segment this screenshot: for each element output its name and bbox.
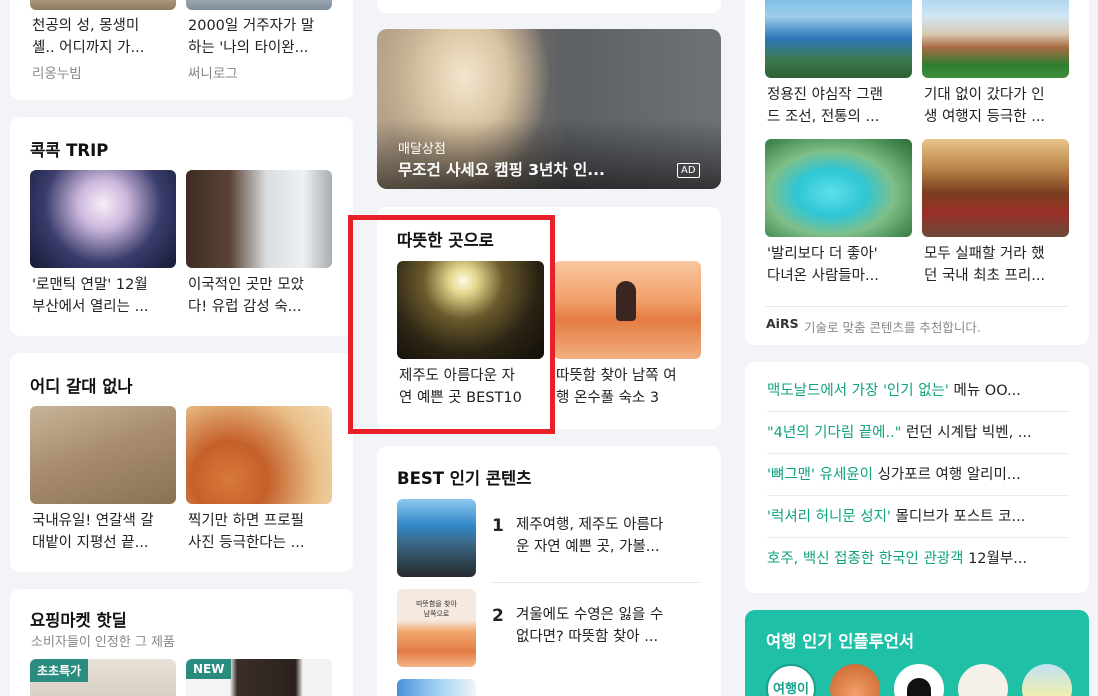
section-heading[interactable]: BEST 인기 콘텐츠 [397,465,531,489]
influencer-avatar[interactable] [830,664,880,696]
news-item[interactable]: "4년의 기다림 끝에.." 런던 시계탑 빅벤, ... [767,412,1069,454]
trip-card: 콕콕 TRIP '로맨틱 연말' 12월 부산에서 열리는 ... 이국적인 곳만… [10,117,353,336]
top-items-card: 천공의 성, 몽생미 셸.. 어디까지 가... 리옹누빔 2000일 거주자가 … [10,0,353,100]
article-thumbnail[interactable] [30,0,176,10]
influencer-avatar[interactable] [894,664,944,696]
article-title[interactable]: 이국적인 곳만 모았 다! 유럽 감성 숙... [188,274,304,318]
article-title[interactable]: 제주여행, 제주도 아름다 운 자연 예쁜 곳, 가볼... [516,514,663,558]
section-heading[interactable]: 여행 인기 인플루언서 [766,628,914,652]
article-thumbnail[interactable] [30,170,176,268]
article-title[interactable]: 국내유일! 연갈색 갈 대밭이 지평선 끝... [32,510,154,554]
article-thumbnail[interactable] [397,499,476,577]
article-source[interactable]: 리옹누빔 [32,62,82,82]
article-title[interactable]: 천공의 성, 몽생미 셸.. 어디까지 가... [32,15,144,59]
rank-number: 2 [492,606,504,626]
ad-title[interactable]: 무조건 사세요 캠핑 3년차 인... [398,158,605,180]
divider [765,306,1069,307]
article-thumbnail[interactable] [922,139,1069,237]
article-title[interactable]: 2000일 거주자가 말 하는 '나의 타이완... [188,15,314,59]
article-title[interactable]: 정용진 야심작 그랜 드 조선, 전통의 ... [767,84,883,128]
news-item[interactable]: 호주, 백신 접종한 한국인 관광객 12월부... [767,538,1069,580]
article-source[interactable]: 써니로그 [188,62,238,82]
news-item[interactable]: 맥도날드에서 가장 '인기 없는' 메뉴 OO... [767,370,1069,412]
deal-badge: 초초특가 [30,659,89,682]
article-title[interactable]: '로맨틱 연말' 12월 부산에서 열리는 ... [32,274,148,318]
article-thumbnail[interactable] [397,679,476,696]
product-thumbnail[interactable]: NEW [186,659,332,696]
section-subtitle: 소비자들이 인정한 그 제품 [31,635,175,650]
article-thumbnail[interactable] [765,0,912,78]
section-heading[interactable]: 콕콕 TRIP [30,137,108,161]
article-thumbnail[interactable] [554,261,701,359]
airs-description: 기술로 맞춤 콘텐츠를 추천합니다. [804,320,981,335]
influencer-avatar[interactable] [958,664,1008,696]
highlight-box [348,215,555,434]
article-thumbnail[interactable] [186,406,332,504]
thumb-caption: 따뜻함을 찾아 남쪽으로 [416,600,457,618]
news-item[interactable]: '뼈그맨' 유세윤이 싱가포르 여행 알리미... [767,454,1069,496]
ad-label: 매달상점 [398,142,446,157]
article-title[interactable]: 기대 없이 갔다가 인생 여행지 등극한 ... [924,84,1045,128]
article-title[interactable]: '발리보다 더 좋아' 다녀온 사람들마... [767,243,879,287]
best-content-card: BEST 인기 콘텐츠 1 제주여행, 제주도 아름다 운 자연 예쁜 곳, 가볼… [377,446,721,696]
market-card: 요핑마켓 핫딜 소비자들이 인정한 그 제품 초초특가 NEW [10,589,353,696]
recommend-grid-card: 정용진 야심작 그랜 드 조선, 전통의 ... 기대 없이 갔다가 인생 여행지… [745,0,1089,345]
article-thumbnail[interactable] [186,0,332,10]
article-thumbnail[interactable] [765,139,912,237]
top-card-partial [377,0,721,13]
section-heading[interactable]: 요핑마켓 핫딜 [30,607,127,631]
article-thumbnail[interactable] [30,406,176,504]
section-heading[interactable]: 어디 갈대 없나 [30,373,133,397]
article-title[interactable]: 따뜻함 찾아 남쪽 여행 온수풀 숙소 3 [556,365,677,409]
divider [490,582,701,583]
influencer-card: 여행 인기 인플루언서 여행이 [745,610,1089,696]
article-title[interactable]: 모두 실패할 거라 했던 국내 최초 프리... [924,243,1045,287]
article-title[interactable]: 찍기만 하면 프로필 사진 등극한다는 ... [188,510,304,554]
news-item[interactable]: '럭셔리 허니문 성지' 몰디브가 포스트 코... [767,496,1069,538]
influencer-avatar[interactable]: 여행이 [766,664,816,696]
product-thumbnail[interactable]: 초초특가 [30,659,176,696]
ad-badge: AD [677,163,700,178]
news-list-card: 맥도날드에서 가장 '인기 없는' 메뉴 OO... "4년의 기다림 끝에..… [745,362,1089,593]
article-thumbnail[interactable] [922,0,1069,78]
new-badge: NEW [186,659,232,679]
article-thumbnail[interactable] [186,170,332,268]
airs-logo: AiRS [766,316,799,331]
anywhere-card: 어디 갈대 없나 국내유일! 연갈색 갈 대밭이 지평선 끝... 찍기만 하면 … [10,353,353,572]
article-thumbnail[interactable]: 따뜻함을 찾아 남쪽으로 [397,589,476,667]
ad-banner[interactable]: 매달상점 무조건 사세요 캠핑 3년차 인... AD [377,29,721,189]
article-title[interactable]: 겨울에도 수영은 잃을 수 없다면? 따뜻함 찾아 ... [516,604,663,648]
influencer-avatar[interactable] [1022,664,1072,696]
rank-number: 1 [492,516,504,536]
